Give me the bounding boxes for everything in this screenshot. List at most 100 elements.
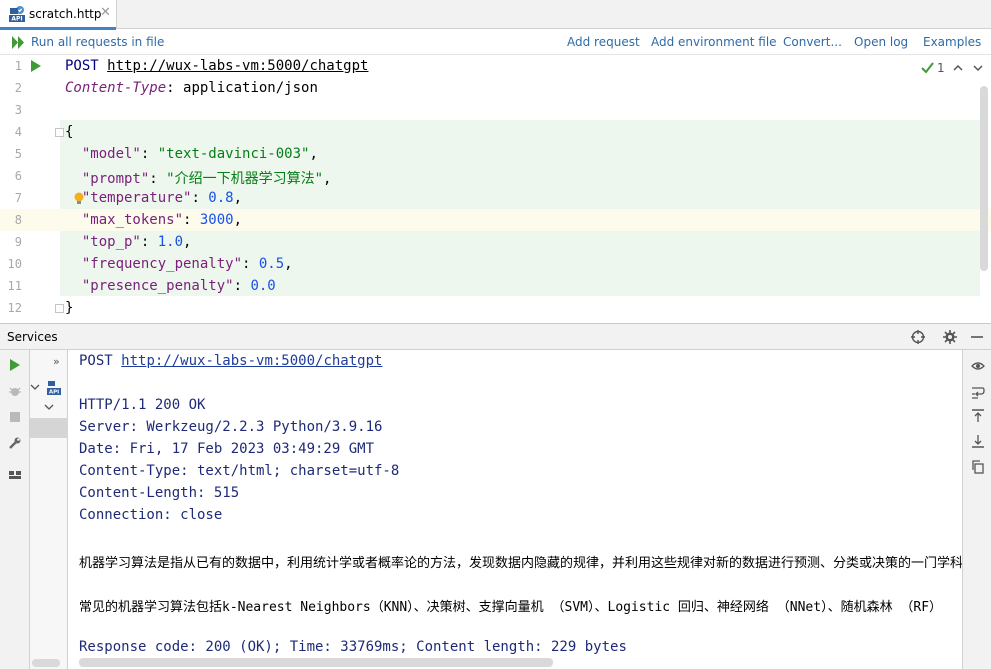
json-entry-model: "model": "text-davinci-003", xyxy=(81,146,318,162)
crosshair-icon[interactable] xyxy=(911,330,925,344)
response-header-content-length: Content-Length: 515 xyxy=(79,485,240,501)
debug-icon[interactable] xyxy=(8,384,22,398)
json-open-brace: { xyxy=(65,124,74,140)
editor-scrollbar[interactable] xyxy=(980,86,988,271)
header-value: application/json xyxy=(183,80,318,96)
response-header-date: Date: Fri, 17 Feb 2023 03:49:29 GMT xyxy=(79,441,375,457)
examples-button[interactable]: Examples xyxy=(923,35,981,49)
wrench-icon[interactable] xyxy=(8,436,22,450)
check-icon xyxy=(921,62,934,74)
scroll-to-end-icon[interactable] xyxy=(971,434,985,448)
editor-line: 4 { xyxy=(0,122,980,144)
add-environment-file-button[interactable]: Add environment file xyxy=(651,35,777,49)
soft-wrap-icon[interactable] xyxy=(971,385,985,399)
expand-panel-icon[interactable]: » xyxy=(53,355,60,368)
services-tree[interactable]: » API xyxy=(30,350,68,669)
run-icon[interactable] xyxy=(8,358,22,372)
services-right-toolbar xyxy=(962,350,991,669)
json-string: "介绍一下机器学习算法" xyxy=(166,171,324,187)
eye-icon[interactable] xyxy=(971,359,985,373)
copy-icon[interactable] xyxy=(971,460,985,474)
response-request-line: POST http://wux-labs-vm:5000/chatgpt xyxy=(79,353,382,369)
editor-line: 5 "model": "text-davinci-003", xyxy=(0,144,980,166)
add-request-button[interactable]: Add request xyxy=(567,35,640,49)
editor-line: 3 xyxy=(0,100,980,122)
response-header-content-type: Content-Type: text/html; charset=utf-8 xyxy=(79,463,400,479)
json-number: 0.0 xyxy=(250,278,276,294)
line-number: 5 xyxy=(14,147,22,161)
request-method: POST xyxy=(65,58,99,74)
run-all-requests-label: Run all requests in file xyxy=(31,35,165,49)
line-number: 11 xyxy=(7,279,22,293)
api-file-icon: API xyxy=(9,6,25,23)
editor-line: 8 "max_tokens": 3000, xyxy=(0,210,980,232)
code-editor[interactable]: 1 POST http://wux-labs-vm:5000/chatgpt 1… xyxy=(0,56,991,321)
gear-icon[interactable] xyxy=(943,330,957,344)
tab-label: scratch.http xyxy=(29,7,102,21)
http-client-toolbar: Run all requests in file Add request Add… xyxy=(0,30,991,55)
layout-icon[interactable] xyxy=(8,468,22,482)
json-key: "model" xyxy=(81,146,141,162)
tab-scratch-http[interactable]: API scratch.http ✕ xyxy=(0,0,117,30)
svg-text:API: API xyxy=(49,390,59,396)
fold-marker[interactable] xyxy=(55,128,64,137)
header-line: Content-Type: application/json xyxy=(65,80,318,96)
tree-scrollbar[interactable] xyxy=(32,659,60,667)
line-number: 2 xyxy=(14,81,22,95)
tree-item-selected[interactable] xyxy=(30,418,68,438)
run-all-icon xyxy=(12,36,24,49)
response-scrollbar[interactable] xyxy=(79,658,553,667)
json-entry-presence-penalty: "presence_penalty": 0.0 xyxy=(81,278,276,294)
editor-line: 7 "temperature": 0.8, xyxy=(0,188,980,210)
json-key: "max_tokens" xyxy=(81,212,184,228)
response-body-line: 机器学习算法是指从已有的数据中，利用统计学或者概率论的方法，发现数据内隐藏的规律… xyxy=(79,556,962,571)
svg-text:API: API xyxy=(11,16,22,23)
json-key: "presence_penalty" xyxy=(81,278,234,294)
chevron-up-icon[interactable] xyxy=(953,62,963,74)
scroll-to-top-icon[interactable] xyxy=(971,409,985,423)
request-url[interactable]: http://wux-labs-vm:5000/chatgpt xyxy=(107,58,368,74)
line-number: 7 xyxy=(14,191,22,205)
editor-line: 11 "presence_penalty": 0.0 xyxy=(0,276,980,298)
chevron-down-icon[interactable] xyxy=(30,382,40,392)
services-left-toolbar xyxy=(0,350,30,669)
response-url-link[interactable]: http://wux-labs-vm:5000/chatgpt xyxy=(121,353,382,369)
json-entry-temperature: "temperature": 0.8, xyxy=(81,190,243,206)
chevron-down-icon[interactable] xyxy=(973,62,983,74)
request-line: POST http://wux-labs-vm:5000/chatgpt xyxy=(65,58,368,74)
json-entry-max-tokens: "max_tokens": 3000, xyxy=(81,212,243,228)
convert-button[interactable]: Convert... xyxy=(783,35,842,49)
json-key: "frequency_penalty" xyxy=(81,256,243,272)
run-request-icon[interactable] xyxy=(31,60,41,72)
chevron-down-icon[interactable] xyxy=(44,402,54,412)
response-method: POST xyxy=(79,353,113,369)
minimize-icon[interactable] xyxy=(970,330,984,344)
response-header-connection: Connection: close xyxy=(79,507,223,523)
open-log-button[interactable]: Open log xyxy=(854,35,908,49)
stop-icon[interactable] xyxy=(8,410,22,424)
response-summary: Response code: 200 (OK); Time: 33769ms; … xyxy=(79,639,627,655)
line-number: 12 xyxy=(7,301,22,315)
editor-line: 9 "top_p": 1.0, xyxy=(0,232,980,254)
json-number: 0.8 xyxy=(208,190,234,206)
response-status: HTTP/1.1 200 OK xyxy=(79,397,206,413)
editor-line: 10 "frequency_penalty": 0.5, xyxy=(0,254,980,276)
json-key: "temperature" xyxy=(81,190,192,206)
line-number: 6 xyxy=(14,169,22,183)
header-name: Content-Type xyxy=(65,80,167,96)
editor-line: 1 POST http://wux-labs-vm:5000/chatgpt 1 xyxy=(0,56,983,78)
fold-marker[interactable] xyxy=(55,304,64,313)
response-header-server: Server: Werkzeug/2.2.3 Python/3.9.16 xyxy=(79,419,383,435)
json-number: 3000 xyxy=(199,212,234,228)
json-entry-prompt: "prompt": "介绍一下机器学习算法", xyxy=(81,171,332,187)
json-number: 1.0 xyxy=(157,234,184,250)
line-number: 4 xyxy=(14,125,22,139)
json-close-brace: } xyxy=(65,300,74,316)
close-icon[interactable]: ✕ xyxy=(100,6,111,20)
response-body-line: 常见的机器学习算法包括k-Nearest Neighbors（KNN）、决策树、… xyxy=(79,600,943,615)
editor-tab-bar: API scratch.http ✕ xyxy=(0,0,991,30)
services-title: Services xyxy=(7,330,58,344)
response-output[interactable]: POST http://wux-labs-vm:5000/chatgpt HTT… xyxy=(68,350,962,669)
json-number: 0.5 xyxy=(258,256,285,272)
editor-line: 6 "prompt": "介绍一下机器学习算法", xyxy=(0,166,980,188)
